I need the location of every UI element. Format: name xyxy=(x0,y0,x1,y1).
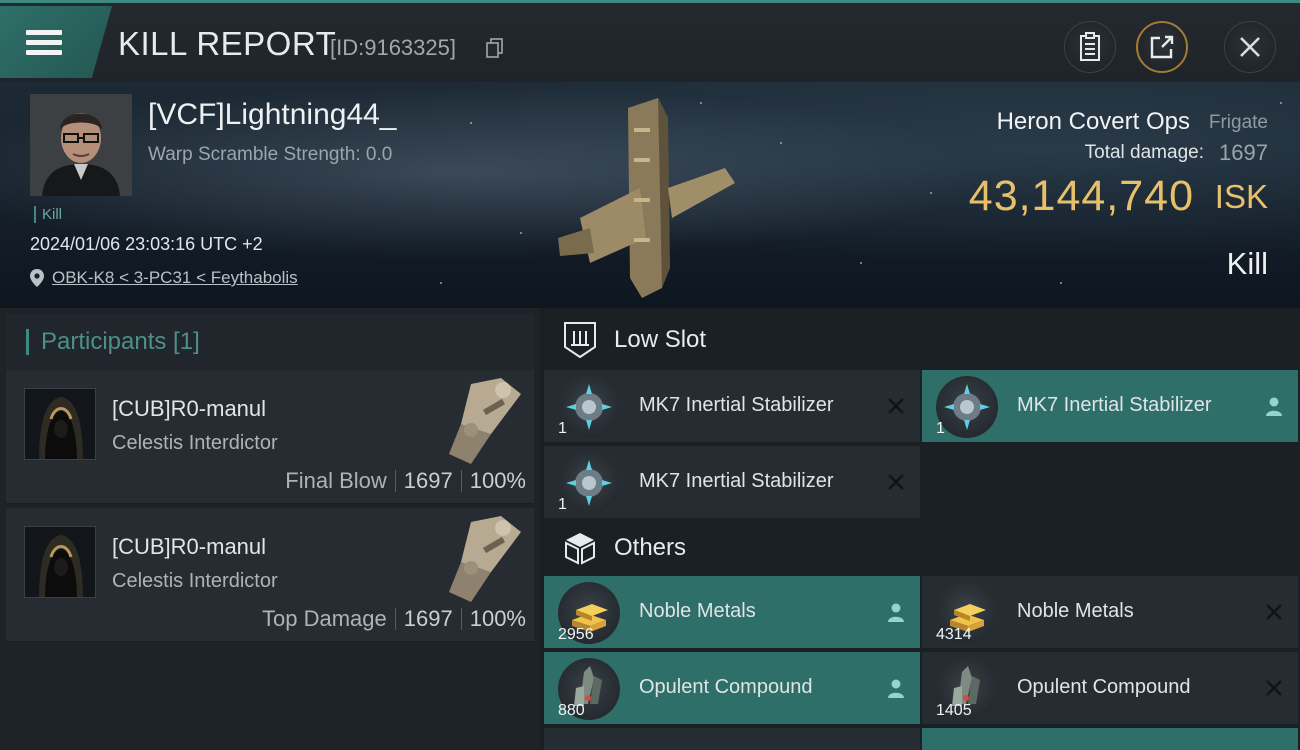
item-quantity: 1 xyxy=(558,496,567,513)
others-label: Others xyxy=(614,534,687,561)
cube-icon xyxy=(558,526,602,570)
inertial-stabilizer-icon xyxy=(936,376,998,438)
report-id: [ID:9163325] xyxy=(330,35,456,60)
dropped-person-icon xyxy=(884,676,908,700)
kill-datetime: 2024/01/06 23:03:16 UTC +2 xyxy=(30,234,263,254)
item-name: Noble Metals xyxy=(1017,600,1134,622)
participant-ship: Celestis Interdictor xyxy=(112,432,278,454)
clipboard-icon xyxy=(1080,32,1100,61)
cargo-item-partial[interactable] xyxy=(544,728,920,750)
participant-percent: 100% xyxy=(469,468,526,493)
victim-name[interactable]: [VCF]Lightning44_ xyxy=(148,98,397,132)
dropped-person-icon xyxy=(884,600,908,624)
share-icon xyxy=(1150,35,1174,59)
participant-avatar xyxy=(24,526,96,598)
participant-percent: 100% xyxy=(469,606,526,631)
item-quantity: 1 xyxy=(936,420,945,437)
close-icon xyxy=(1240,37,1260,57)
menu-icon xyxy=(26,25,62,60)
participants-header[interactable]: Participants [1] xyxy=(6,314,534,370)
location-link[interactable]: OBK-K8 < 3-PC31 < Feythabolis xyxy=(30,268,298,288)
low-slot-icon xyxy=(558,318,602,362)
total-damage-label: Total damage: xyxy=(1084,142,1204,163)
isk-value: 43,144,740 xyxy=(968,172,1194,220)
low-slot-item[interactable]: 1 MK7 Inertial Stabilizer xyxy=(544,370,920,442)
cargo-item[interactable]: 4314 Noble Metals xyxy=(922,576,1298,648)
kill-tag: Kill xyxy=(34,206,62,223)
low-slot-item[interactable]: 1 MK7 Inertial Stabilizer xyxy=(544,446,920,518)
total-damage-value: 1697 xyxy=(1219,140,1268,165)
accent-bar xyxy=(26,329,29,355)
page-title: KILL REPORT xyxy=(118,25,337,62)
victim-ship-model[interactable] xyxy=(550,88,750,303)
inertial-stabilizer-icon xyxy=(558,452,620,514)
item-name: MK7 Inertial Stabilizer xyxy=(1017,394,1212,416)
participant-card[interactable]: [CUB]R0-manul Celestis Interdictor Final… xyxy=(6,370,534,504)
participant-avatar xyxy=(24,388,96,460)
others-header: Others xyxy=(544,518,1300,578)
destroyed-icon xyxy=(884,394,908,418)
victim-ship-class: Frigate xyxy=(1208,112,1268,133)
participant-role: Final Blow xyxy=(285,468,387,493)
menu-button[interactable] xyxy=(0,6,112,78)
item-name: Noble Metals xyxy=(639,600,756,622)
close-button[interactable] xyxy=(1224,21,1276,73)
participants-label: Participants [1] xyxy=(41,328,200,355)
location-pin-icon xyxy=(30,269,44,287)
clipboard-button[interactable] xyxy=(1064,21,1116,73)
participant-ship-model xyxy=(449,516,521,602)
inertial-stabilizer-icon xyxy=(558,376,620,438)
victim-summary: [VCF]Lightning44_ Warp Scramble Strength… xyxy=(0,82,1300,308)
item-name: Opulent Compound xyxy=(639,676,813,698)
destroyed-icon xyxy=(1262,676,1286,700)
cargo-item[interactable]: 1405 Opulent Compound xyxy=(922,652,1298,724)
participant-stats: Top Damage 1697 100% xyxy=(262,606,526,632)
copy-icon[interactable] xyxy=(486,38,504,58)
low-slot-label: Low Slot xyxy=(614,326,707,353)
item-quantity: 4314 xyxy=(936,626,972,643)
participants-panel: Participants [1] [CUB]R0-manul Celestis … xyxy=(0,308,540,750)
cargo-item[interactable]: 880 Opulent Compound xyxy=(544,652,920,724)
item-quantity: 880 xyxy=(558,702,585,719)
location-text: OBK-K8 < 3-PC31 < Feythabolis xyxy=(52,268,298,287)
destroyed-icon xyxy=(884,470,908,494)
participant-name: [CUB]R0-manul xyxy=(112,396,267,421)
victim-ship-name[interactable]: Heron Covert Ops xyxy=(997,108,1190,136)
cargo-item-partial[interactable] xyxy=(922,728,1298,750)
participant-stats: Final Blow 1697 100% xyxy=(285,468,526,494)
item-quantity: 1 xyxy=(558,420,567,437)
share-button[interactable] xyxy=(1136,21,1188,73)
kill-result: Kill xyxy=(1226,246,1268,281)
low-slot-item[interactable]: 1 MK7 Inertial Stabilizer xyxy=(922,370,1298,442)
low-slot-header: Low Slot xyxy=(544,310,1300,370)
item-quantity: 2956 xyxy=(558,626,594,643)
isk-unit: ISK xyxy=(1214,178,1268,215)
fitting-panel: Low Slot 1 MK7 Inertial Stabilizer 1 MK7… xyxy=(544,308,1300,750)
victim-portrait[interactable] xyxy=(30,94,132,196)
warp-scramble-strength: Warp Scramble Strength: 0.0 xyxy=(148,144,393,165)
item-name: MK7 Inertial Stabilizer xyxy=(639,394,834,416)
participant-damage: 1697 xyxy=(403,606,453,631)
participant-ship-model xyxy=(449,378,521,464)
item-name: MK7 Inertial Stabilizer xyxy=(639,470,834,492)
destroyed-icon xyxy=(1262,600,1286,624)
participant-name: [CUB]R0-manul xyxy=(112,534,267,559)
participant-role: Top Damage xyxy=(262,606,387,631)
pilot-avatar xyxy=(30,94,132,196)
title-bar: KILL REPORT [ID:9163325] xyxy=(0,0,1300,82)
item-name: Opulent Compound xyxy=(1017,676,1191,698)
item-quantity: 1405 xyxy=(936,702,972,719)
participant-ship: Celestis Interdictor xyxy=(112,570,278,592)
participant-damage: 1697 xyxy=(403,468,453,493)
dropped-person-icon xyxy=(1262,394,1286,418)
participant-card[interactable]: [CUB]R0-manul Celestis Interdictor Top D… xyxy=(6,508,534,642)
cargo-item[interactable]: 2956 Noble Metals xyxy=(544,576,920,648)
